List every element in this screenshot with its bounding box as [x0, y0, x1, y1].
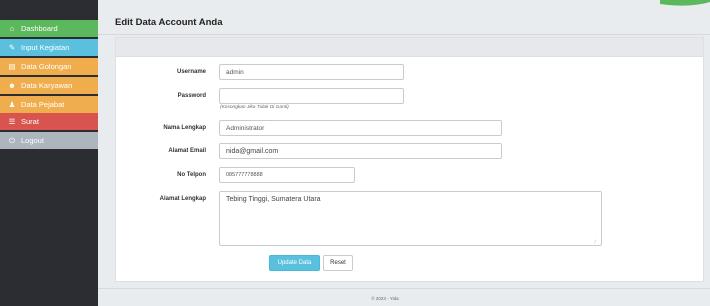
sidebar-item-data-pejabat[interactable]: ♟ Data Pejabat [0, 96, 98, 113]
sidebar-item-label: Input Kegiatan [21, 43, 70, 52]
home-icon: ⌂ [9, 24, 15, 33]
sidebar-item-label: Data Pejabat [21, 100, 65, 109]
sidebar-item-logout[interactable]: ⏻ Logout [0, 132, 98, 149]
sidebar-item-label: Data Golongan [21, 62, 72, 71]
power-icon: ⏻ [9, 135, 15, 145]
username-input[interactable]: admin [219, 64, 404, 80]
page-title: Edit Data Account Anda [115, 17, 223, 28]
sidebar-item-label: Surat [21, 117, 39, 126]
email-label: Alamat Email [168, 148, 206, 154]
sidebar-item-dashboard[interactable]: ⌂ Dashboard [0, 20, 98, 37]
password-input[interactable] [219, 88, 404, 104]
sidebar-item-data-karyawan[interactable]: ☻ Data Karyawan [0, 77, 98, 94]
edit-icon: ✎ [8, 43, 16, 52]
form-panel [115, 56, 704, 282]
sidebar-item-input-kegiatan[interactable]: ✎ Input Kegiatan [0, 39, 98, 56]
password-hint: (Kosongkan Jika Tidak Di Ganti) [220, 105, 289, 110]
no-telpon-input[interactable]: 085777778888 [219, 167, 355, 183]
alamat-lengkap-label: Alamat Lengkap [159, 196, 206, 202]
sidebar: ⌂ Dashboard ✎ Input Kegiatan ▤ Data Golo… [0, 0, 98, 306]
sidebar-item-surat[interactable]: ☰ Surat [0, 113, 98, 130]
footer-copyright: © 2023 - Yida [371, 296, 399, 301]
sidebar-item-label: Data Karyawan [21, 81, 73, 90]
header-accent [660, 0, 710, 6]
sidebar-item-label: Dashboard [21, 24, 58, 33]
sidebar-item-data-golongan[interactable]: ▤ Data Golongan [0, 58, 98, 75]
panel-header [115, 37, 704, 56]
alamat-lengkap-textarea[interactable]: Tebing Tinggi, Sumatera Utara [219, 191, 602, 246]
list-icon: ☰ [8, 117, 16, 126]
email-input[interactable]: nida@gmail.com [219, 143, 502, 159]
user-icon: ♟ [8, 100, 16, 109]
password-label: Password [177, 93, 206, 99]
title-divider [98, 34, 710, 35]
update-data-button[interactable]: Update Data [269, 255, 320, 271]
sidebar-item-label: Logout [21, 136, 44, 145]
folder-icon: ▤ [8, 62, 16, 71]
username-label: Username [176, 69, 206, 75]
reset-button[interactable]: Reset [323, 255, 353, 271]
nama-lengkap-input[interactable]: Administrator [219, 120, 502, 136]
users-icon: ☻ [8, 81, 16, 90]
resize-grip-icon[interactable]: ∕ [595, 239, 596, 245]
no-telpon-label: No Telpon [177, 172, 206, 178]
nama-lengkap-label: Nama Lengkap [163, 125, 206, 131]
